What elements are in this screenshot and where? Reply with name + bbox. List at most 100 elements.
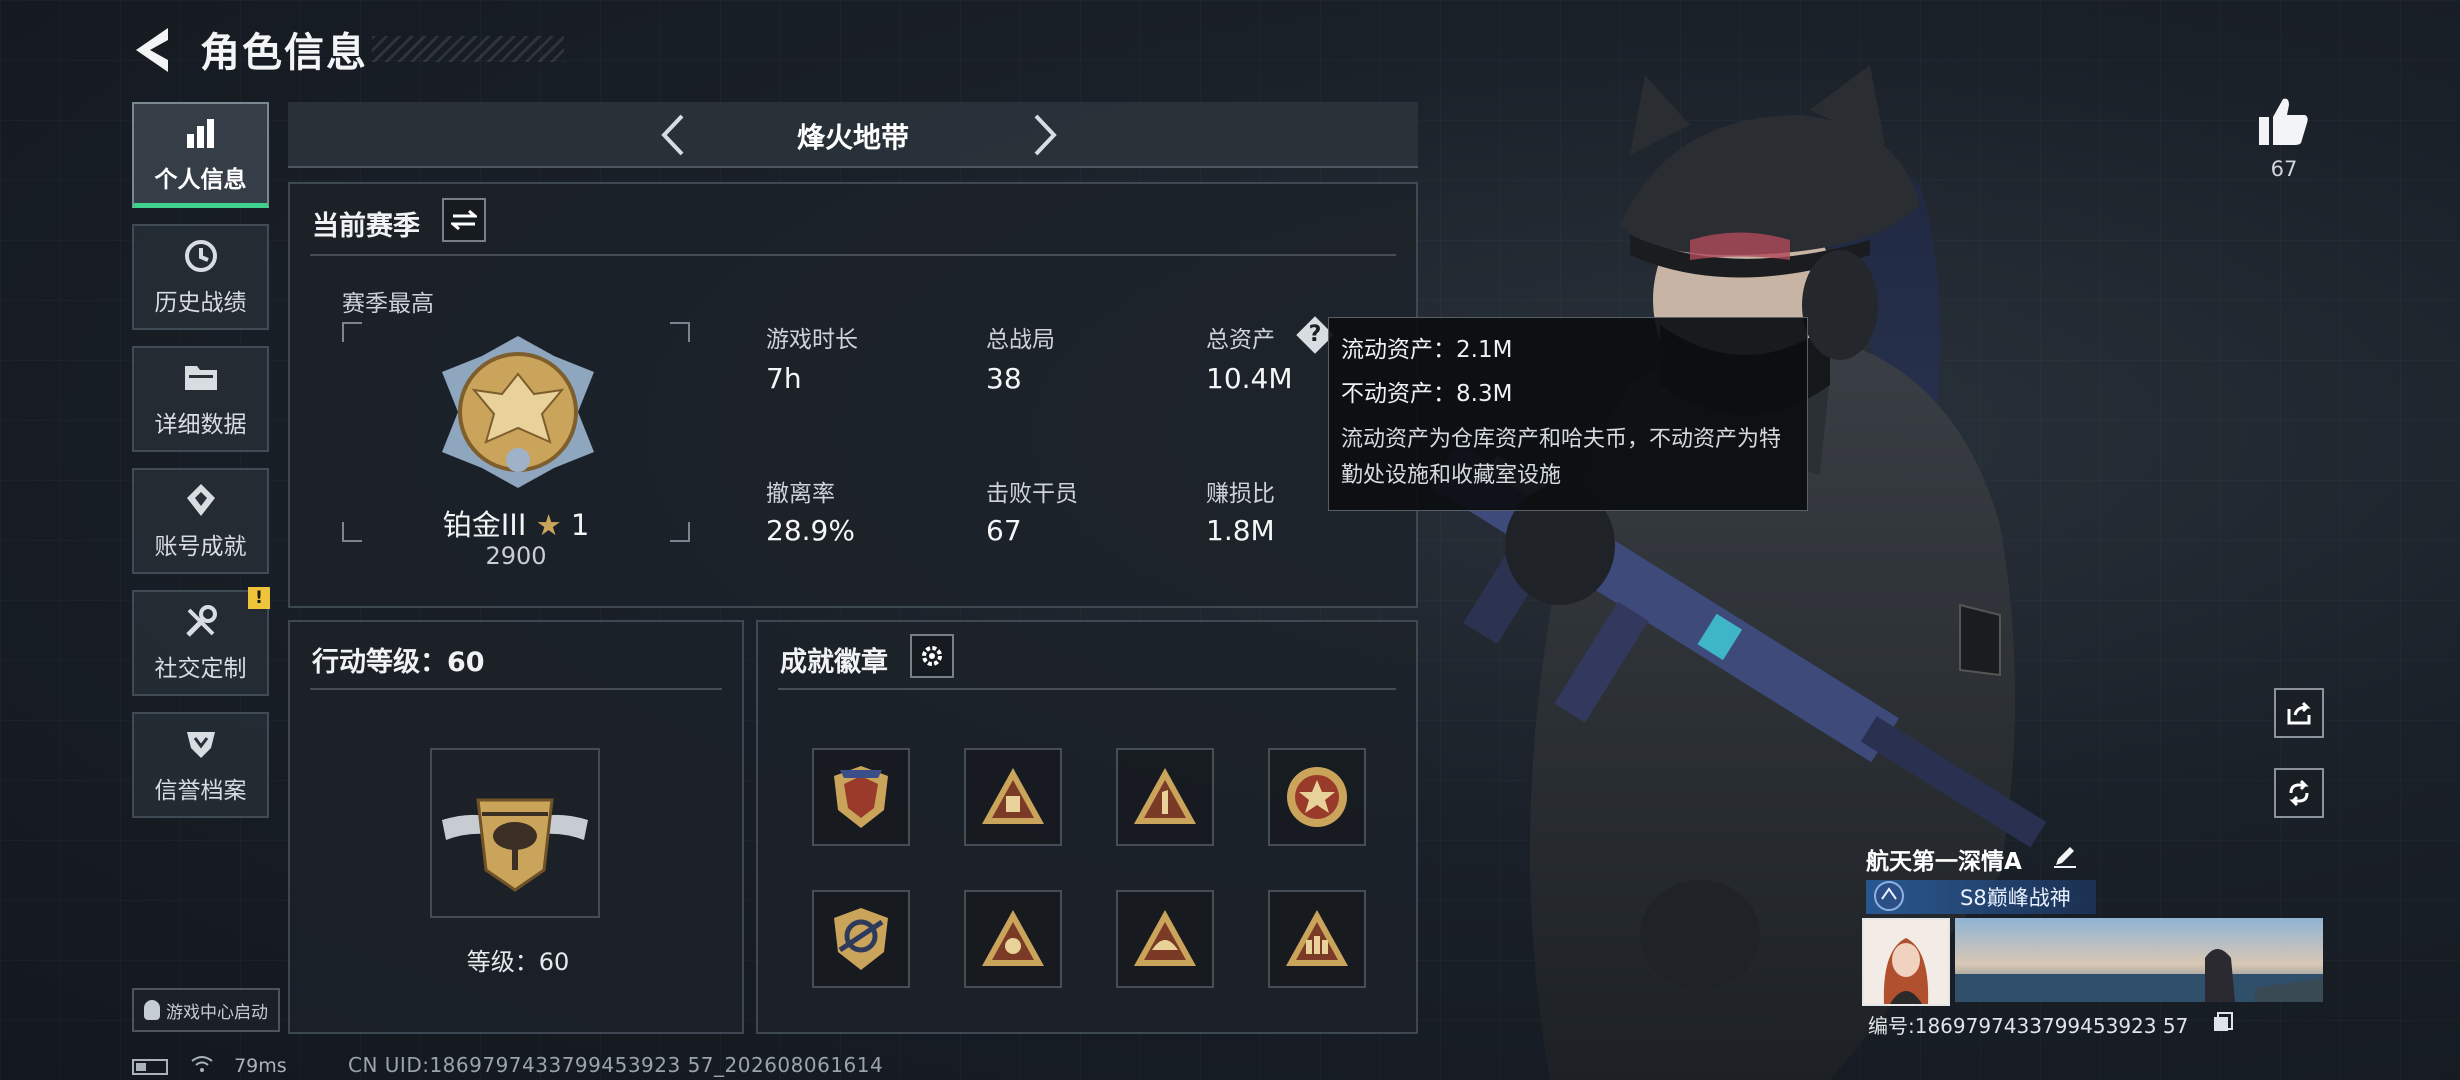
helmet-triangle-badge-icon <box>1134 910 1196 966</box>
player-title: S8巅峰战神 <box>1960 886 2071 910</box>
rank-stars: 1 <box>570 508 590 542</box>
share-button[interactable] <box>2274 688 2324 738</box>
stat-label-profit-ratio: 赚损比 <box>1206 481 1275 507</box>
badge-slot[interactable] <box>1268 748 1366 846</box>
rank-emblem-icon <box>442 336 594 488</box>
gold-triangle-emblem-badge-icon <box>982 910 1044 966</box>
divider <box>310 254 1396 256</box>
badge-slot[interactable] <box>964 890 1062 988</box>
stat-label-playtime: 游戏时长 <box>766 327 858 353</box>
refresh-icon <box>2289 779 2309 807</box>
tooltip-liquid-assets: 流动资产：2.1M <box>1341 337 1513 363</box>
red-star-circle-badge-icon <box>1287 767 1347 827</box>
rank-name: 铂金III <box>442 508 527 542</box>
nav-item-label: 历史战绩 <box>154 290 247 316</box>
rank-name-row: 铂金III ★ 1 <box>342 502 690 544</box>
credit-shield-icon <box>182 725 220 763</box>
nav-item-label: 信誉档案 <box>154 778 247 804</box>
gold-triangle-badge-icon <box>982 768 1044 824</box>
nav-item-history[interactable]: 历史战绩 <box>132 224 269 330</box>
badge-slot[interactable] <box>964 748 1062 846</box>
stat-label-total-assets: 总资产 <box>1206 327 1275 353</box>
tools-icon <box>182 603 220 641</box>
season-panel: 当前赛季 赛季最高 铂金III ★ 1 2900 游戏时长 7h 总战局 38 … <box>288 182 1418 608</box>
star-icon: ★ <box>535 508 562 542</box>
player-id: 编号:1869797433799453923 57 <box>1868 1014 2189 1038</box>
soldiers-triangle-badge-icon <box>1286 910 1348 966</box>
frame-corner <box>342 322 362 342</box>
help-icon-glyph: ? <box>1308 322 1322 347</box>
stat-label-extraction-rate: 撤离率 <box>766 481 835 507</box>
thumbs-up-icon[interactable] <box>2255 95 2311 147</box>
rank-points: 2900 <box>485 542 547 570</box>
nav-item-credit[interactable]: 信誉档案 <box>132 712 269 818</box>
page-title: 角色信息 <box>200 30 368 76</box>
uid-text: CN UID:1869797433799453923 57_2026080616… <box>348 1053 884 1077</box>
helicopter-wings-icon <box>442 798 588 892</box>
avatar-image <box>1864 920 1948 1004</box>
season-best-label: 赛季最高 <box>342 291 434 317</box>
level-badge-frame <box>430 748 600 918</box>
badge-slot[interactable] <box>1116 748 1214 846</box>
game-center-launch-button[interactable]: 游戏中心启动 <box>132 988 280 1032</box>
switch-season-button[interactable] <box>442 198 486 242</box>
tooltip-fixed-assets: 不动资产：8.3M <box>1341 381 1513 407</box>
gear-icon <box>922 646 942 666</box>
stat-label-kills: 击败干员 <box>986 481 1078 507</box>
red-star-shield-badge-icon <box>834 766 888 828</box>
badges-title: 成就徽章 <box>780 647 888 678</box>
stat-value-profit-ratio: 1.8M <box>1206 514 1275 547</box>
badge-slot[interactable] <box>1116 890 1214 988</box>
nav-item-label: 个人信息 <box>154 166 247 193</box>
frame-corner <box>670 322 690 342</box>
badge-slot[interactable] <box>812 748 910 846</box>
stat-value-total-matches: 38 <box>986 362 1022 395</box>
avatar[interactable] <box>1862 918 1950 1006</box>
number-one-triangle-badge-icon <box>1134 768 1196 824</box>
action-level-title: 行动等级：60 <box>312 647 485 678</box>
stat-value-playtime: 7h <box>766 362 802 395</box>
share-icon <box>2287 701 2311 725</box>
next-mode-icon[interactable] <box>1018 110 1068 160</box>
nav-item-label: 账号成就 <box>154 534 247 560</box>
badge-settings-button[interactable] <box>910 634 954 678</box>
nav-item-detailed-data[interactable]: 详细数据 <box>132 346 269 452</box>
nav-item-personal-info[interactable]: 个人信息 <box>132 102 269 208</box>
title-emblem-icon <box>1874 881 1904 911</box>
rotate-button[interactable] <box>2274 768 2324 818</box>
stat-value-extraction-rate: 28.9% <box>766 514 855 547</box>
tooltip-description: 流动资产为仓库资产和哈夫币，不动资产为特勤处设施和收藏室设施 <box>1341 427 1782 488</box>
battery-icon <box>132 1058 168 1075</box>
mode-selector: 烽火地带 <box>288 102 1418 168</box>
game-center-label: 游戏中心启动 <box>166 1002 268 1023</box>
nav-item-achievements[interactable]: 账号成就 <box>132 468 269 574</box>
target-shield-badge-icon <box>834 908 888 970</box>
qq-icon <box>144 1000 160 1020</box>
nav-item-label: 详细数据 <box>154 412 247 438</box>
badges-panel: 成就徽章 <box>756 620 1418 1034</box>
achievement-diamond-icon <box>182 481 220 519</box>
season-title: 当前赛季 <box>312 211 420 242</box>
badge-slot[interactable] <box>1268 890 1366 988</box>
action-level-panel: 行动等级：60 等级：60 <box>288 620 744 1034</box>
copy-icon[interactable] <box>2212 1011 2234 1033</box>
edit-icon[interactable] <box>2052 843 2078 869</box>
alert-badge: ! <box>248 587 270 609</box>
back-icon[interactable] <box>130 24 176 76</box>
like-count: 67 <box>2270 157 2298 181</box>
divider <box>310 688 722 690</box>
player-name: 航天第一深情A <box>1866 849 2022 875</box>
stat-label-total-matches: 总战局 <box>986 327 1055 353</box>
bar-chart-icon <box>182 114 220 152</box>
badge-slot[interactable] <box>812 890 910 988</box>
history-clock-icon <box>182 237 220 275</box>
banner-image <box>1955 918 2323 1002</box>
folder-icon <box>182 359 220 397</box>
stat-value-kills: 67 <box>986 514 1022 547</box>
divider <box>778 688 1396 690</box>
assets-tooltip: 流动资产：2.1M 不动资产：8.3M 流动资产为仓库资产和哈夫币，不动资产为特… <box>1328 317 1808 511</box>
title-decoration <box>372 36 564 62</box>
nav-item-label: 社交定制 <box>154 656 247 682</box>
profile-banner[interactable] <box>1955 918 2323 1002</box>
mode-title: 烽火地带 <box>796 121 909 154</box>
